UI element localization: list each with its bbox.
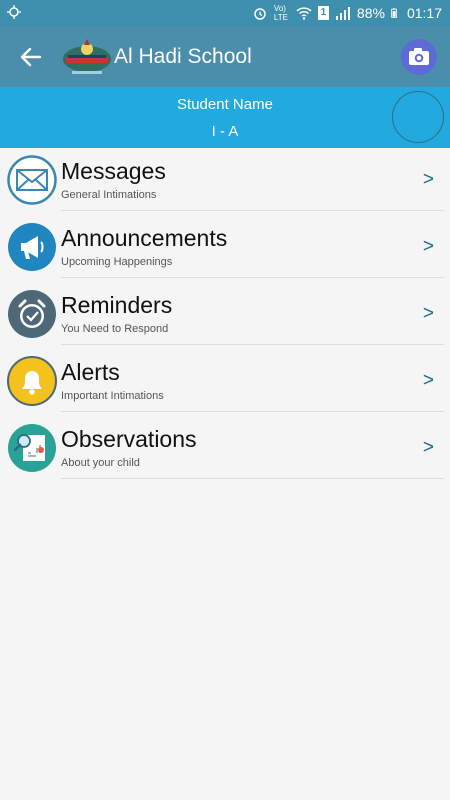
student-class: I - A: [211, 123, 239, 140]
divider: [61, 277, 444, 278]
chevron-right-icon: >: [422, 236, 434, 257]
menu-item-observations[interactable]: Observations About your child >: [0, 418, 450, 485]
menu-item-reminders[interactable]: Reminders You Need to Respond >: [0, 284, 450, 351]
menu-item-messages[interactable]: Messages General Intimations >: [0, 150, 450, 217]
status-bar: Vo) LTE 1 88% 01:17: [0, 0, 450, 26]
envelope-icon: [7, 155, 57, 205]
app-bar: Al Hadi School: [0, 26, 450, 87]
camera-button[interactable]: [401, 39, 437, 75]
divider: [61, 478, 444, 479]
menu-item-subtitle: Important Intimations: [61, 390, 164, 402]
menu-item-subtitle: You Need to Respond: [61, 323, 169, 335]
chevron-right-icon: >: [422, 169, 434, 190]
alarm-icon: [254, 8, 266, 20]
bell-icon: [7, 356, 57, 406]
clock: 01:17: [406, 5, 442, 21]
menu-item-title: Messages: [61, 158, 166, 184]
school-logo: [63, 39, 111, 74]
menu-item-announcements[interactable]: Announcements Upcoming Happenings >: [0, 217, 450, 284]
chevron-right-icon: >: [422, 303, 434, 324]
sim-icon: 1: [317, 6, 329, 20]
app-title: Al Hadi School: [114, 45, 252, 68]
divider: [61, 411, 444, 412]
student-name: Student Name: [177, 96, 273, 113]
student-header: Student Name I - A: [0, 87, 450, 148]
menu-item-subtitle: General Intimations: [61, 189, 157, 201]
alarm-clock-icon: [8, 290, 56, 338]
avatar[interactable]: [392, 91, 444, 143]
camera-icon: [409, 48, 429, 65]
status-icons: Vo) LTE 1 88% 01:17: [252, 4, 442, 22]
signal-icon: [335, 7, 350, 20]
menu-list: Messages General Intimations > Announcem…: [0, 150, 450, 485]
menu-item-title: Reminders: [61, 292, 173, 318]
megaphone-icon: [8, 223, 56, 271]
report-icon: [8, 424, 56, 472]
menu-item-subtitle: About your child: [61, 457, 140, 469]
wifi-icon: [296, 7, 312, 20]
sync-icon: [7, 5, 21, 19]
back-arrow-icon[interactable]: [18, 44, 44, 70]
menu-item-title: Alerts: [61, 359, 120, 385]
volte-icon: Vo) LTE: [273, 4, 288, 22]
divider: [61, 344, 444, 345]
divider: [61, 210, 444, 211]
chevron-right-icon: >: [422, 437, 434, 458]
menu-item-title: Announcements: [61, 225, 228, 251]
battery-icon: [391, 8, 397, 18]
menu-item-title: Observations: [61, 426, 197, 452]
battery-percent: 88%: [356, 5, 385, 21]
menu-item-subtitle: Upcoming Happenings: [61, 256, 173, 268]
menu-item-alerts[interactable]: Alerts Important Intimations >: [0, 351, 450, 418]
chevron-right-icon: >: [422, 370, 434, 391]
